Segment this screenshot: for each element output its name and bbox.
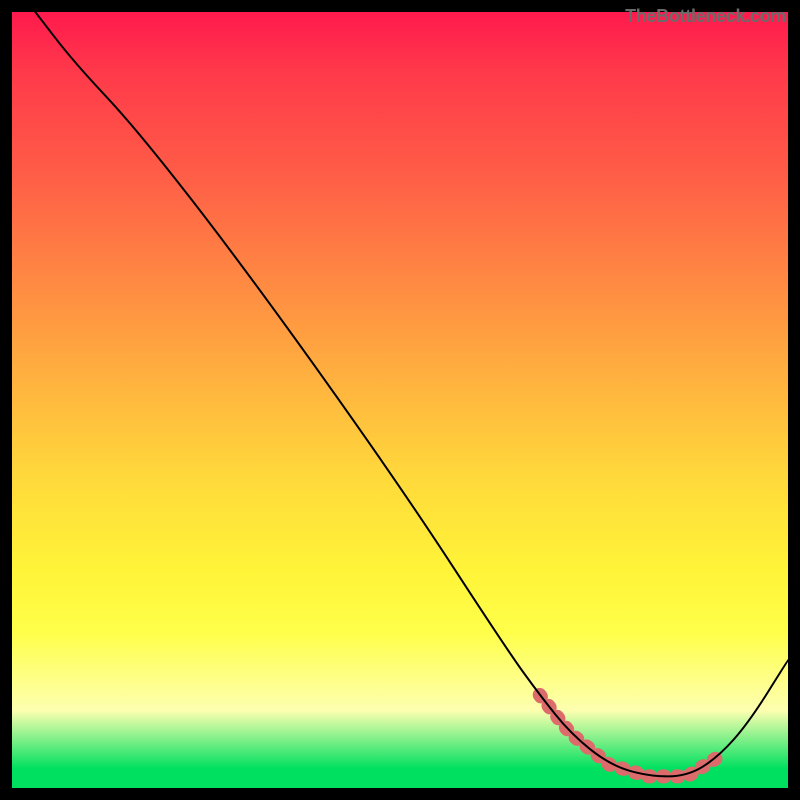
plot-area bbox=[12, 12, 788, 788]
highlight-path bbox=[540, 695, 719, 777]
watermark-text: TheBottleneck.com bbox=[625, 6, 786, 27]
curve-layer bbox=[12, 12, 788, 788]
main-path bbox=[35, 12, 788, 776]
chart-frame: TheBottleneck.com bbox=[0, 0, 800, 800]
